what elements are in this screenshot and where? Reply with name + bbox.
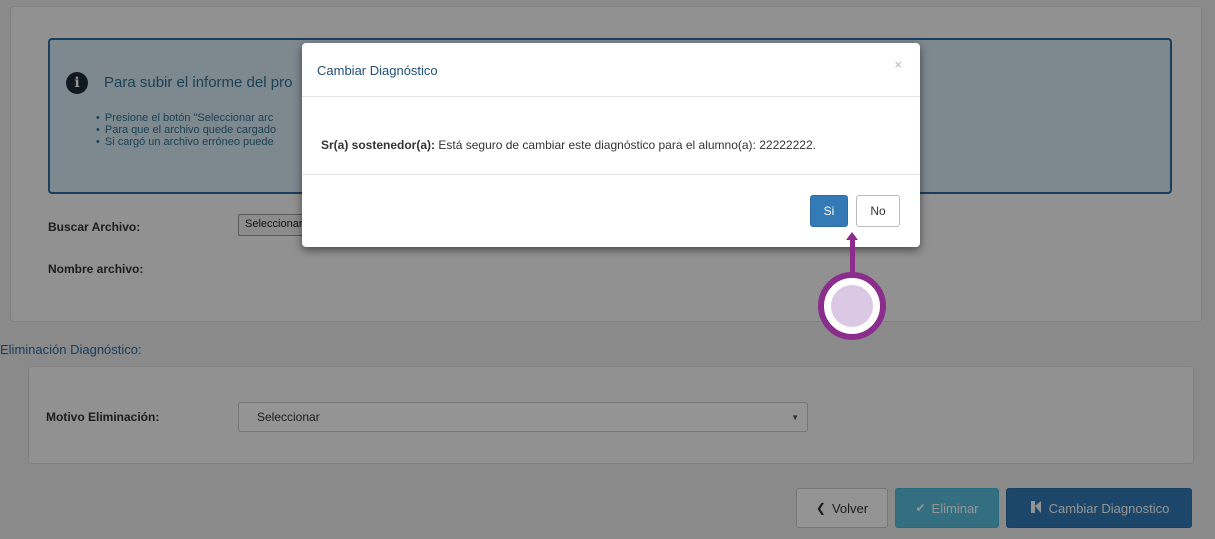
message-prefix: Sr(a) sostenedor(a):	[321, 138, 436, 152]
modal-message: Sr(a) sostenedor(a): Está seguro de camb…	[321, 138, 816, 152]
close-icon[interactable]: ×	[894, 57, 902, 72]
click-indicator-dot	[831, 285, 873, 327]
modal-header: Cambiar Diagnóstico ×	[302, 43, 920, 97]
modal-body: Sr(a) sostenedor(a): Está seguro de camb…	[302, 97, 920, 175]
click-indicator-icon	[818, 272, 886, 340]
modal-title: Cambiar Diagnóstico	[317, 63, 438, 78]
yes-button[interactable]: Si	[810, 195, 848, 227]
confirm-dialog: Cambiar Diagnóstico × Sr(a) sostenedor(a…	[302, 43, 920, 247]
student-id: 22222222.	[759, 138, 816, 152]
pointer-line	[850, 236, 855, 276]
message-text: Está seguro de cambiar este diagnóstico …	[438, 138, 756, 152]
no-button[interactable]: No	[856, 195, 900, 227]
